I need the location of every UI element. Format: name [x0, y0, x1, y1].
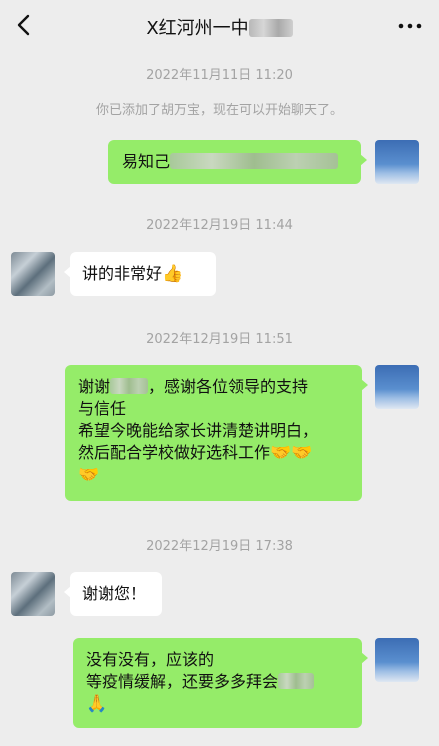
message-text: 等疫情缓解，还要多多拜会: [86, 672, 279, 691]
praying-hands-icon: 🙏: [86, 694, 108, 714]
sent-message-bubble[interactable]: 谢谢 ，感谢各位领导的支持 与信任 希望今晚能给家长讲清楚讲明白， 然后配合学校做…: [65, 365, 368, 501]
message-text: 然后配合学校做好选科工作: [78, 443, 271, 462]
my-avatar[interactable]: [375, 365, 419, 409]
message-line: 没有没有，应该的: [86, 650, 215, 669]
sent-message-bubble[interactable]: 没有没有，应该的 等疫情缓解，还要多多拜会 🙏: [73, 638, 368, 728]
redacted-title-part: [248, 19, 293, 37]
my-avatar[interactable]: [375, 638, 419, 682]
chat-title-text: X红河州一中: [146, 18, 249, 39]
chat-title: X红河州一中: [0, 14, 439, 40]
received-message-bubble[interactable]: 谢谢您！: [64, 572, 162, 616]
message-text: ，感谢各位领导的支持: [148, 377, 309, 396]
message-timestamp: 2022年11月11日 11:20: [146, 68, 293, 83]
message-timestamp: 2022年12月19日 17:38: [146, 539, 293, 554]
sent-message-bubble[interactable]: 易知己: [108, 140, 367, 184]
message-line: 然后配合学校做好选科工作🤝🤝: [78, 442, 349, 464]
message-text: 讲的非常好: [82, 264, 163, 283]
contact-avatar[interactable]: [11, 572, 55, 616]
handshake-icon: 🤝: [270, 443, 292, 463]
message-text: 谢谢您！: [82, 584, 147, 603]
message-text: 易知己: [122, 152, 171, 171]
redacted-text: [278, 673, 315, 689]
system-message: 你已添加了胡万宝，现在可以开始聊天了。: [95, 103, 343, 118]
received-message-bubble[interactable]: 讲的非常好👍: [64, 252, 216, 296]
chat-header: X红河州一中: [0, 0, 439, 50]
message-timestamp: 2022年12月19日 11:51: [146, 332, 293, 347]
message-line: 与信任: [78, 399, 127, 418]
message-text: 谢谢: [78, 377, 111, 396]
message-line: 🤝: [78, 464, 349, 486]
message-timestamp: 2022年12月19日 11:44: [146, 218, 293, 233]
contact-avatar[interactable]: [11, 252, 55, 296]
handshake-icon: 🤝: [78, 465, 100, 485]
message-line: 谢谢 ，感谢各位领导的支持: [78, 376, 349, 398]
my-avatar[interactable]: [375, 140, 419, 184]
message-line: 🙏: [86, 693, 349, 715]
message-line: 等疫情缓解，还要多多拜会: [86, 671, 349, 693]
handshake-icon: 🤝: [291, 443, 313, 463]
more-dots-icon[interactable]: [397, 22, 423, 30]
redacted-text: [110, 378, 149, 394]
message-line: 希望今晚能给家长讲清楚讲明白，: [78, 421, 319, 440]
redacted-text: [170, 153, 339, 169]
thumbs-up-icon: 👍: [162, 264, 184, 284]
